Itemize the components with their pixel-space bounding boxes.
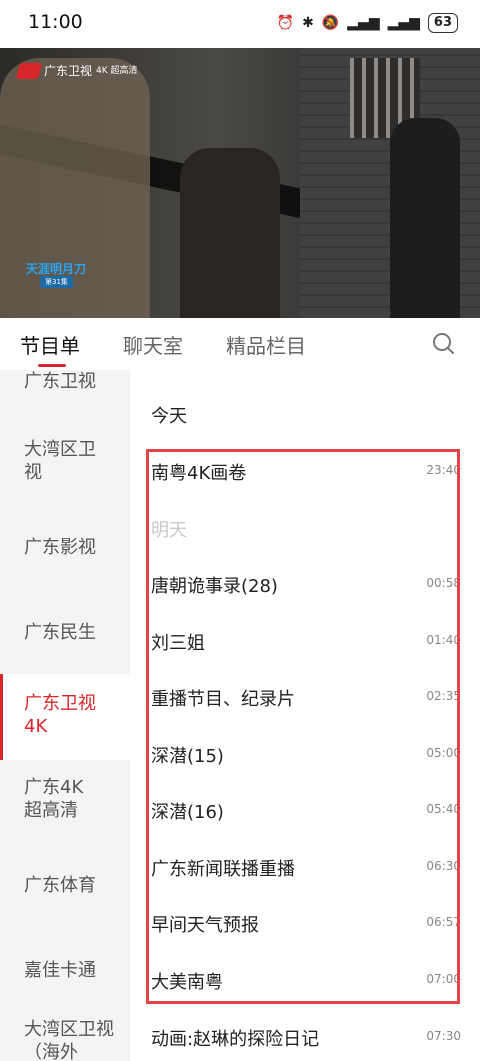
status-bar: 11:00 ⏰ ✱ 🔕 ▂▄▆ ▂▄▆ 63	[0, 0, 480, 48]
sidebar-item-label: 广东卫视4K	[24, 693, 96, 737]
tab-indicator	[38, 364, 66, 367]
sidebar-item-label: 大湾区卫视	[24, 439, 96, 483]
status-icons: ⏰ ✱ 🔕 ▂▄▆ ▂▄▆ 63	[277, 13, 458, 33]
program-time: 02:35	[426, 689, 461, 703]
tab-label: 聊天室	[123, 334, 183, 358]
program-row[interactable]: 刘三姐 01:40	[151, 629, 461, 654]
program-row[interactable]: 早间天气预报 06:57	[151, 911, 461, 936]
program-time: 00:58	[426, 576, 461, 590]
show-title: 天涯明月刀	[26, 262, 87, 276]
program-row[interactable]: 重播节目、纪录片 02:35	[151, 685, 461, 710]
program-name: 刘三姐	[151, 633, 205, 654]
program-row[interactable]: 唐朝诡事录(28) 00:58	[151, 572, 461, 597]
day-header-today: 今天	[151, 406, 187, 427]
program-row[interactable]: 动画:赵琳的探险日记 07:30	[151, 1025, 461, 1050]
sidebar-item-label: 嘉佳卡通	[24, 960, 96, 981]
program-name: 重播节目、纪录片	[151, 689, 295, 710]
sidebar-item-label: 大湾区卫视（海外	[24, 1019, 114, 1061]
search-icon[interactable]	[432, 332, 454, 354]
program-time: 23:40	[426, 463, 461, 477]
program-time: 06:57	[426, 915, 461, 929]
program-name: 深潜(15)	[151, 746, 224, 767]
sidebar-item-label: 广东影视	[24, 537, 96, 558]
sidebar-item[interactable]: 大湾区卫视	[0, 438, 130, 484]
program-row[interactable]: 深潜(16) 05:40	[151, 798, 461, 823]
program-row[interactable]: 深潜(15) 05:00	[151, 742, 461, 767]
program-name: 早间天气预报	[151, 915, 259, 936]
channel-logo-badge: 4K 超高清	[96, 65, 138, 76]
video-scene	[390, 118, 460, 318]
video-scene	[180, 148, 280, 318]
day-header-tomorrow: 明天	[151, 520, 187, 541]
channel-sidebar: 广东卫视 大湾区卫视 广东影视 广东民生 广东卫视4K 广东4K超高清 广东体育…	[0, 370, 130, 1061]
alarm-icon: ⏰	[276, 15, 295, 31]
program-name: 南粤4K画卷	[151, 463, 247, 484]
video-player[interactable]: 广东卫视 4K 超高清 天涯明月刀 第31集	[0, 48, 480, 318]
sidebar-item[interactable]: 广东卫视	[0, 370, 130, 393]
mute-icon: 🔕	[321, 15, 340, 31]
program-name: 深潜(16)	[151, 802, 224, 823]
program-name: 广东新闻联播重播	[151, 859, 295, 880]
tab-label: 节目单	[20, 334, 80, 358]
program-time: 05:00	[426, 746, 461, 760]
sidebar-item[interactable]: 广东民生	[0, 621, 130, 644]
tab-bar: 节目单 聊天室 精品栏目	[0, 318, 480, 371]
program-row[interactable]: 广东新闻联播重播 06:30	[151, 855, 461, 880]
sidebar-item-label: 广东民生	[24, 622, 96, 643]
program-row[interactable]: 南粤4K画卷 23:40	[151, 459, 461, 484]
sidebar-item-active[interactable]: 广东卫视4K	[0, 674, 130, 760]
program-name: 动画:赵琳的探险日记	[151, 1029, 320, 1050]
tab-featured[interactable]: 精品栏目	[226, 330, 306, 359]
status-time: 11:00	[28, 11, 83, 33]
program-name: 唐朝诡事录(28)	[151, 576, 278, 597]
schedule-list: 今天 南粤4K画卷 23:40 明天 唐朝诡事录(28) 00:58 刘三姐 0…	[130, 370, 480, 1061]
sidebar-item[interactable]: 大湾区卫视（海外	[0, 1018, 130, 1061]
sidebar-item[interactable]: 广东4K超高清	[0, 776, 130, 822]
episode-badge: 第31集	[40, 276, 73, 288]
channel-logo: 广东卫视 4K 超高清	[15, 62, 138, 79]
sidebar-item-label: 广东体育	[24, 875, 96, 896]
channel-logo-text: 广东卫视	[44, 64, 93, 78]
sidebar-item-label: 广东卫视	[24, 371, 96, 392]
sidebar-item-label: 广东4K超高清	[24, 777, 84, 821]
tab-chatroom[interactable]: 聊天室	[123, 330, 183, 359]
video-scene	[0, 58, 150, 318]
signal2-icon: ▂▄▆	[387, 15, 420, 31]
program-time: 07:30	[426, 1029, 461, 1043]
program-name: 大美南粤	[151, 972, 223, 993]
signal-icon: ▂▄▆	[347, 15, 380, 31]
sidebar-item[interactable]: 广东影视	[0, 536, 130, 559]
tab-schedule[interactable]: 节目单	[20, 330, 80, 367]
channel-logo-icon	[15, 62, 43, 79]
active-indicator	[0, 674, 3, 760]
program-time: 01:40	[426, 633, 461, 647]
battery-indicator: 63	[427, 13, 458, 33]
tab-label: 精品栏目	[226, 334, 306, 358]
program-time: 06:30	[426, 859, 461, 873]
program-time: 05:40	[426, 802, 461, 816]
bluetooth-icon: ✱	[302, 15, 314, 31]
sidebar-item[interactable]: 广东体育	[0, 874, 130, 897]
sidebar-item[interactable]: 嘉佳卡通	[0, 959, 130, 982]
program-time: 07:00	[426, 972, 461, 986]
program-row[interactable]: 大美南粤 07:00	[151, 968, 461, 993]
